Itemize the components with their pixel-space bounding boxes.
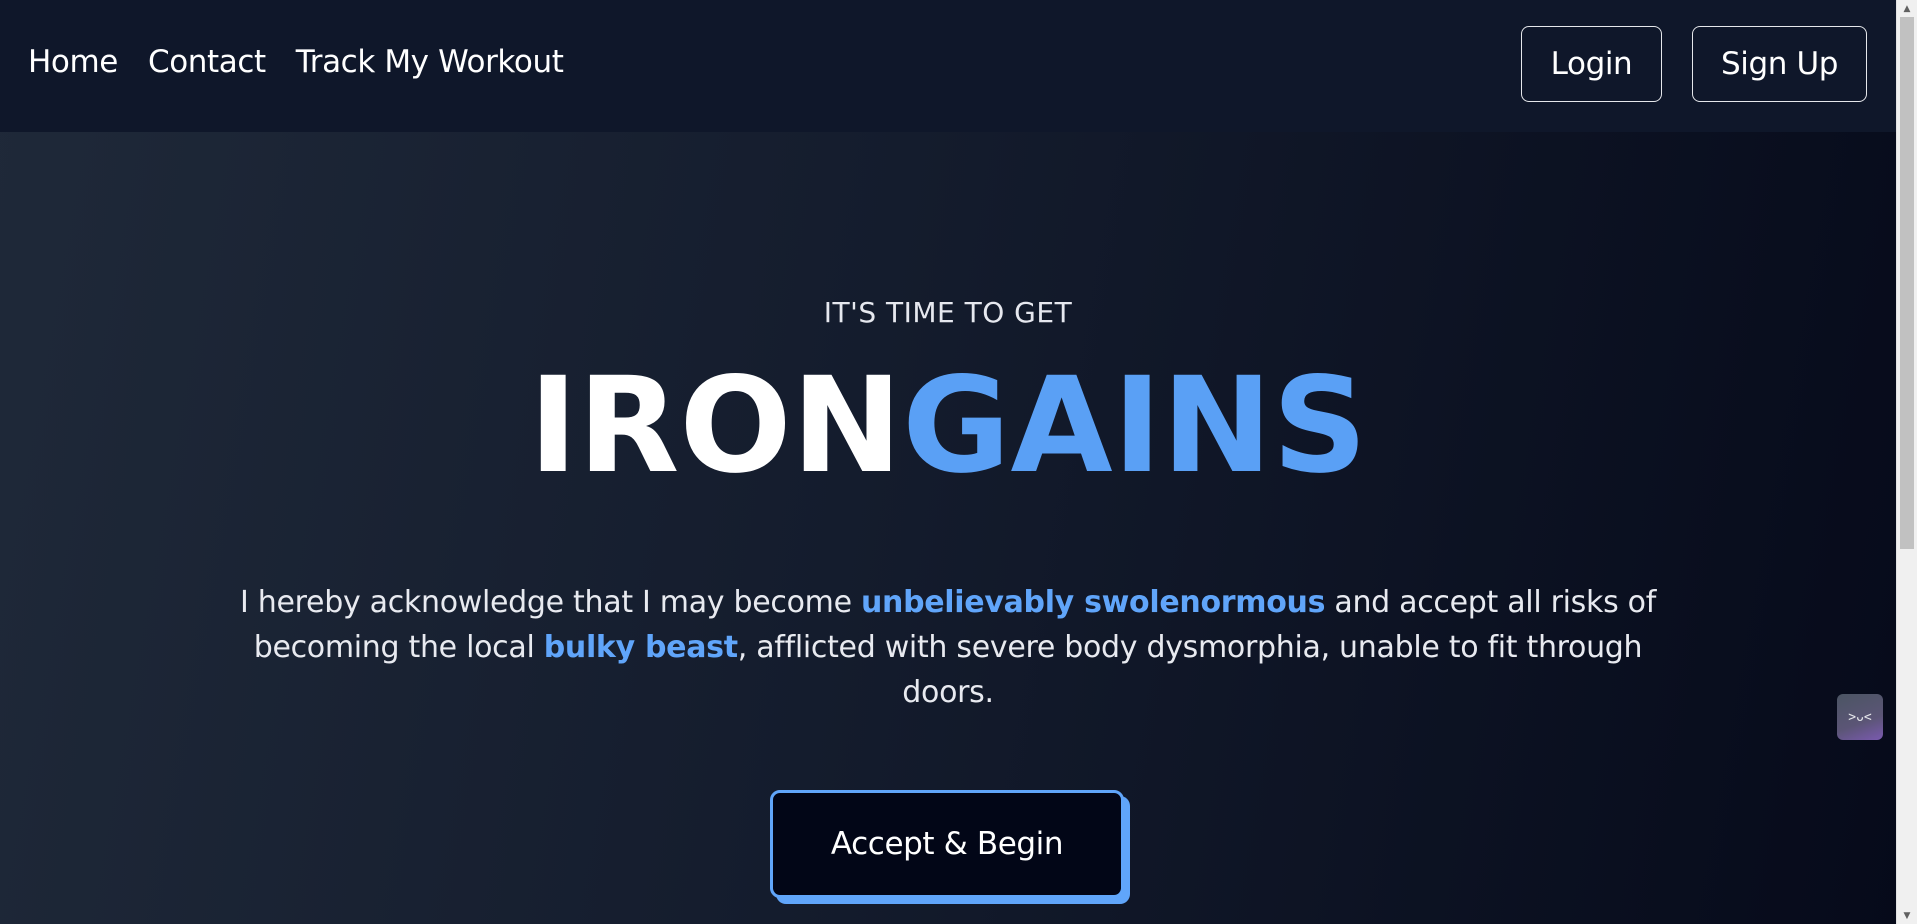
hero-kicker: IT'S TIME TO GET xyxy=(823,296,1073,329)
disclaimer-text: I hereby acknowledge that I may become u… xyxy=(240,580,1656,715)
top-navbar: Home Contact Track My Workout Login Sign… xyxy=(0,0,1896,132)
nav-links: Home Contact Track My Workout xyxy=(28,44,564,80)
scroll-down-arrow-icon[interactable]: ▼ xyxy=(1897,907,1917,924)
brand-title-iron: IRON xyxy=(528,349,903,503)
scrollbar-thumb[interactable] xyxy=(1900,17,1914,549)
disclaimer-part-1: I hereby acknowledge that I may become xyxy=(240,585,861,620)
assistant-face-icon[interactable]: >ᴗ< xyxy=(1837,694,1883,740)
assistant-face-glyph: >ᴗ< xyxy=(1848,709,1872,725)
disclaimer-highlight-1: unbelievably swolenormous xyxy=(860,585,1326,620)
nav-link-home[interactable]: Home xyxy=(28,44,118,80)
disclaimer-part-3: , afflicted with severe body dysmorphia,… xyxy=(737,630,1643,710)
nav-link-contact[interactable]: Contact xyxy=(148,44,266,80)
brand-title-gains: GAINS xyxy=(902,349,1368,503)
page-scrollbar[interactable]: ▲ ▼ xyxy=(1896,0,1917,924)
sign-up-button[interactable]: Sign Up xyxy=(1692,26,1867,102)
disclaimer-highlight-2: bulky beast xyxy=(543,630,738,665)
nav-link-track-my-workout[interactable]: Track My Workout xyxy=(296,44,564,80)
brand-title: IRONGAINS xyxy=(0,360,1896,492)
scroll-up-arrow-icon[interactable]: ▲ xyxy=(1897,0,1917,17)
login-button[interactable]: Login xyxy=(1521,26,1662,102)
accept-begin-button[interactable]: Accept & Begin xyxy=(770,790,1124,898)
hero-section: IT'S TIME TO GET IRONGAINS I hereby ackn… xyxy=(0,132,1896,924)
